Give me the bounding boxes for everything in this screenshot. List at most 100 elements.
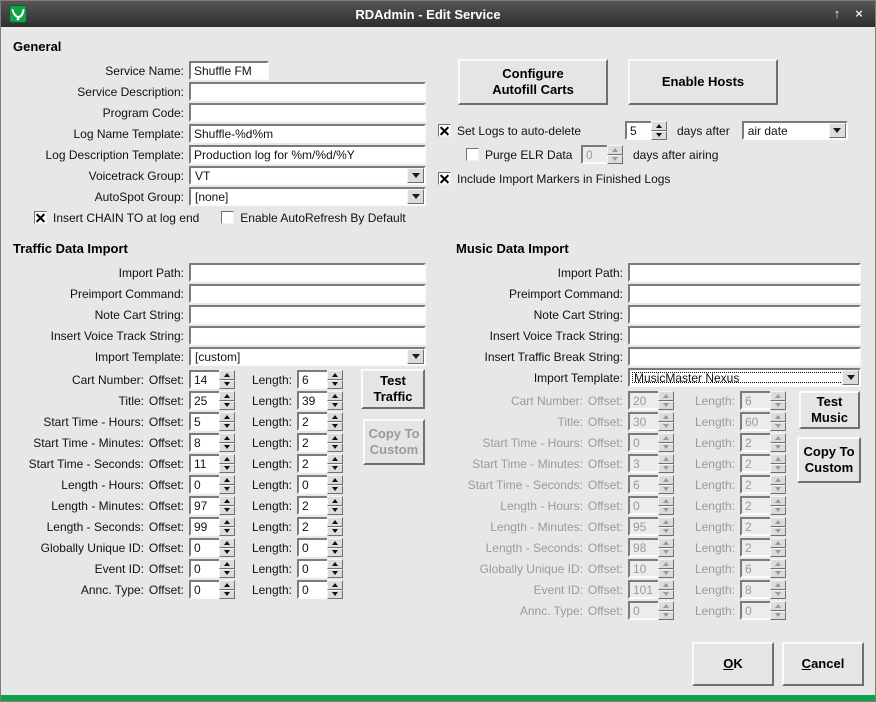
length-spinbox[interactable]: 0: [297, 475, 343, 494]
spin-up-icon[interactable]: [219, 538, 235, 548]
offset-spinbox[interactable]: 8: [189, 433, 235, 452]
auto-delete-checkbox[interactable]: [438, 124, 451, 137]
spin-up-icon[interactable]: [219, 454, 235, 464]
traffic-insert-voice-track-string-input[interactable]: [189, 326, 426, 345]
spin-up-icon[interactable]: [327, 412, 343, 422]
spin-down-icon[interactable]: [327, 443, 343, 453]
offset-spinbox[interactable]: 14: [189, 370, 235, 389]
import-markers-checkbox[interactable]: [438, 172, 451, 185]
music-insert-voice-track-string-input[interactable]: [628, 326, 861, 345]
spin-up-icon[interactable]: [219, 496, 235, 506]
spin-up-icon[interactable]: [327, 475, 343, 485]
music-copy-to-custom-button[interactable]: Copy To Custom: [797, 437, 861, 483]
spin-down-icon[interactable]: [327, 485, 343, 495]
length-spinbox[interactable]: 0: [297, 538, 343, 557]
spin-up-icon[interactable]: [327, 433, 343, 443]
spin-down-icon[interactable]: [327, 548, 343, 558]
spin-down-icon[interactable]: [219, 590, 235, 600]
shade-window-button[interactable]: ↑: [829, 1, 845, 27]
log-name-template-input[interactable]: [189, 124, 426, 143]
spin-up-icon[interactable]: [219, 433, 235, 443]
spin-down-icon[interactable]: [327, 464, 343, 474]
length-spinbox[interactable]: 2: [297, 433, 343, 452]
test-traffic-button[interactable]: Test Traffic: [361, 369, 425, 409]
spin-up-icon[interactable]: [219, 559, 235, 569]
spin-down-icon[interactable]: [219, 464, 235, 474]
length-spinbox[interactable]: 0: [297, 559, 343, 578]
spin-down-icon[interactable]: [327, 506, 343, 516]
spin-up-icon[interactable]: [327, 370, 343, 380]
log-description-template-input[interactable]: [189, 145, 426, 164]
spin-down-icon[interactable]: [219, 380, 235, 390]
spin-down-icon[interactable]: [219, 485, 235, 495]
voicetrack-group-select[interactable]: VT: [189, 166, 426, 185]
spin-up-icon[interactable]: [327, 496, 343, 506]
spin-up-icon[interactable]: [219, 370, 235, 380]
spin-down-icon[interactable]: [327, 422, 343, 432]
length-spinbox[interactable]: 2: [297, 454, 343, 473]
spin-up-icon[interactable]: [327, 517, 343, 527]
spin-down-icon[interactable]: [219, 506, 235, 516]
offset-spinbox[interactable]: 11: [189, 454, 235, 473]
configure-autofill-carts-button[interactable]: Configure Autofill Carts: [458, 59, 608, 105]
spin-down-icon[interactable]: [327, 527, 343, 537]
cancel-button[interactable]: Cancel: [782, 642, 864, 686]
spin-up-icon[interactable]: [327, 391, 343, 401]
test-music-button[interactable]: Test Music: [799, 391, 860, 429]
offset-spinbox[interactable]: 99: [189, 517, 235, 536]
service-description-input[interactable]: [189, 82, 426, 101]
length-spinbox[interactable]: 6: [297, 370, 343, 389]
offset-spinbox[interactable]: 25: [189, 391, 235, 410]
auto-delete-days-spinbox[interactable]: 5: [625, 121, 667, 140]
offset-spinbox[interactable]: 0: [189, 538, 235, 557]
auto-refresh-checkbox[interactable]: [221, 211, 234, 224]
length-spinbox[interactable]: 2: [297, 412, 343, 431]
spin-up-icon[interactable]: [327, 580, 343, 590]
spin-up-icon[interactable]: [327, 559, 343, 569]
spin-down-icon[interactable]: [219, 569, 235, 579]
length-spinbox[interactable]: 2: [297, 496, 343, 515]
length-spinbox[interactable]: 0: [297, 580, 343, 599]
music-import-template-select[interactable]: MusicMaster Nexus: [628, 368, 861, 387]
insert-chain-checkbox[interactable]: [34, 211, 47, 224]
music-import-path-input[interactable]: [628, 263, 861, 282]
spin-down-icon[interactable]: [219, 527, 235, 537]
spin-down-icon[interactable]: [327, 569, 343, 579]
spin-up-icon[interactable]: [219, 517, 235, 527]
traffic-note-cart-string-input[interactable]: [189, 305, 426, 324]
traffic-import-template-select[interactable]: [custom]: [189, 347, 426, 366]
spin-down-icon[interactable]: [219, 401, 235, 411]
spin-up-icon[interactable]: [219, 391, 235, 401]
spin-down-icon[interactable]: [219, 422, 235, 432]
music-preimport-command-input[interactable]: [628, 284, 861, 303]
ok-button[interactable]: OK: [692, 642, 774, 686]
spin-down-icon[interactable]: [219, 443, 235, 453]
spin-down-icon[interactable]: [327, 590, 343, 600]
spin-up-icon[interactable]: [219, 412, 235, 422]
length-spinbox[interactable]: 2: [297, 517, 343, 536]
traffic-preimport-command-input[interactable]: [189, 284, 426, 303]
spin-up-icon[interactable]: [219, 475, 235, 485]
close-window-button[interactable]: ×: [851, 1, 867, 27]
service-name-input[interactable]: [189, 61, 269, 80]
offset-spinbox[interactable]: 0: [189, 559, 235, 578]
purge-elr-checkbox[interactable]: [466, 148, 479, 161]
program-code-input[interactable]: [189, 103, 426, 122]
length-spinbox[interactable]: 39: [297, 391, 343, 410]
offset-spinbox[interactable]: 97: [189, 496, 235, 515]
music-insert-traffic-break-string-input[interactable]: [628, 347, 861, 366]
offset-spinbox[interactable]: 0: [189, 475, 235, 494]
music-note-cart-string-input[interactable]: [628, 305, 861, 324]
spin-up-icon[interactable]: [327, 538, 343, 548]
traffic-import-path-input[interactable]: [189, 263, 426, 282]
autospot-group-select[interactable]: [none]: [189, 187, 426, 206]
auto-delete-reference-select[interactable]: air date: [742, 121, 848, 140]
offset-spinbox[interactable]: 5: [189, 412, 235, 431]
enable-hosts-button[interactable]: Enable Hosts: [628, 59, 778, 105]
spin-up-icon[interactable]: [651, 121, 667, 131]
spin-down-icon[interactable]: [327, 401, 343, 411]
spin-down-icon[interactable]: [327, 380, 343, 390]
spin-up-icon[interactable]: [219, 580, 235, 590]
spin-down-icon[interactable]: [651, 131, 667, 141]
spin-up-icon[interactable]: [327, 454, 343, 464]
